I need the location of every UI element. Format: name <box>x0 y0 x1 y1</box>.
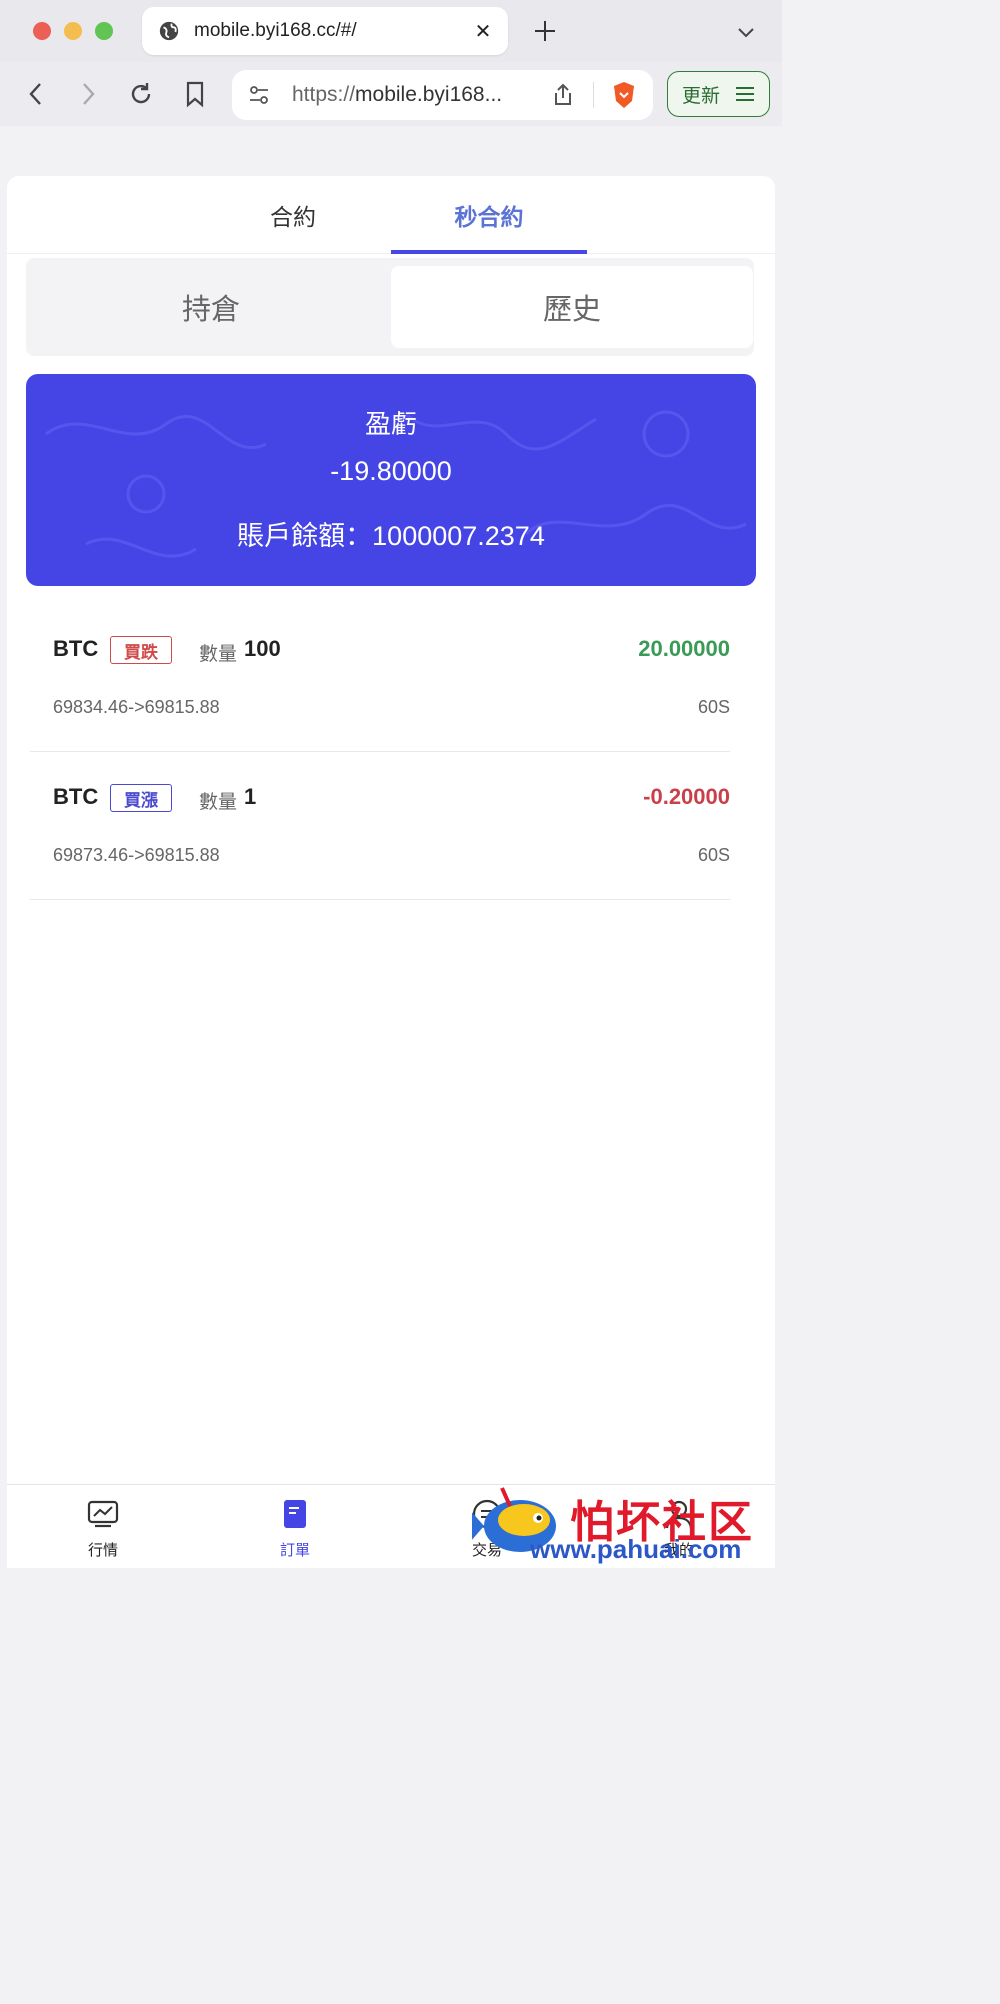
site-settings-icon[interactable] <box>248 84 270 106</box>
chevron-down-icon[interactable] <box>734 20 758 44</box>
page-content: 合約 秒合約 持倉 歷史 盈虧 -19.80000 賬戶餘額：1000007.2… <box>7 176 775 1568</box>
divider <box>593 82 594 108</box>
chart-icon <box>87 1500 119 1528</box>
nav-item-market[interactable]: 行情 <box>7 1485 199 1568</box>
order-row[interactable]: BTC 買跌 數量 100 20.00000 69834.46->69815.8… <box>30 604 730 752</box>
url-host: mobile.byi168... <box>355 83 503 106</box>
tab-contract[interactable]: 合約 <box>195 176 391 254</box>
tab-positions[interactable]: 持倉 <box>30 266 392 348</box>
contract-type-tabs: 合約 秒合約 <box>7 176 775 254</box>
quantity-label: 數量 <box>199 644 238 665</box>
forward-button[interactable] <box>70 76 106 112</box>
nav-item-orders[interactable]: 訂單 <box>199 1485 391 1568</box>
update-button[interactable]: 更新 <box>667 71 770 117</box>
tab-second-contract[interactable]: 秒合約 <box>391 176 587 254</box>
window-minimize-button[interactable] <box>64 22 82 40</box>
address-bar[interactable]: https://mobile.byi168... <box>232 70 653 120</box>
url-scheme: https:// <box>292 83 356 106</box>
order-symbol: BTC <box>53 784 99 809</box>
reload-button[interactable] <box>123 76 159 112</box>
direction-badge: 買漲 <box>110 784 172 812</box>
browser-tab-bar: mobile.byi168.cc/#/ ✕ <box>0 0 782 62</box>
direction-badge: 買跌 <box>110 636 172 664</box>
close-icon[interactable]: ✕ <box>472 20 494 43</box>
nav-label: 行情 <box>87 1542 118 1559</box>
pnl-title: 盈虧 <box>364 409 417 439</box>
hamburger-menu-icon <box>736 87 755 101</box>
back-button[interactable] <box>18 76 54 112</box>
account-balance: 賬戶餘額：1000007.2374 <box>237 521 545 551</box>
bookmark-icon <box>186 81 204 108</box>
active-tab-indicator <box>391 250 587 254</box>
browser-toolbar: https://mobile.byi168... 更新 <box>0 62 782 126</box>
new-tab-icon[interactable] <box>530 16 560 46</box>
reload-icon <box>131 83 151 104</box>
url-text: https://mobile.byi168... <box>292 83 532 107</box>
quantity-label: 數量 <box>199 792 238 813</box>
window-close-button[interactable] <box>33 22 51 40</box>
order-icon <box>284 1500 306 1528</box>
pnl-summary-card: 盈虧 -19.80000 賬戶餘額：1000007.2374 <box>26 374 756 586</box>
window-zoom-button[interactable] <box>95 22 113 40</box>
nav-label: 訂單 <box>279 1542 310 1559</box>
globe-icon <box>159 21 179 41</box>
order-pnl: -0.20000 <box>643 784 730 809</box>
order-duration: 60S <box>697 697 730 717</box>
bookmark-button[interactable] <box>177 76 213 112</box>
order-duration: 60S <box>697 845 730 865</box>
watermark-url: www.pahuai.com <box>530 1534 742 1564</box>
position-history-tabs: 持倉 歷史 <box>26 258 754 356</box>
tab-title: mobile.byi168.cc/#/ <box>194 20 357 41</box>
update-label: 更新 <box>682 85 721 107</box>
brave-shields-icon[interactable] <box>610 80 638 110</box>
watermark: 怕坏社区 www.pahuai.com <box>472 1480 782 1568</box>
chevron-right-icon <box>83 83 95 105</box>
order-pnl: 20.00000 <box>638 636 730 661</box>
tab-history[interactable]: 歷史 <box>391 266 753 348</box>
total-pnl-value: -19.80000 <box>330 456 452 486</box>
price-change: 69873.46->69815.88 <box>53 845 220 865</box>
browser-tab[interactable]: mobile.byi168.cc/#/ ✕ <box>142 7 508 55</box>
price-change: 69834.46->69815.88 <box>53 697 220 717</box>
order-symbol: BTC <box>53 636 99 661</box>
share-icon[interactable] <box>550 82 576 108</box>
quantity-value: 1 <box>244 784 257 809</box>
order-row[interactable]: BTC 買漲 數量 1 -0.20000 69873.46->69815.88 … <box>30 752 730 900</box>
chevron-left-icon <box>29 83 41 105</box>
quantity-value: 100 <box>244 636 281 661</box>
